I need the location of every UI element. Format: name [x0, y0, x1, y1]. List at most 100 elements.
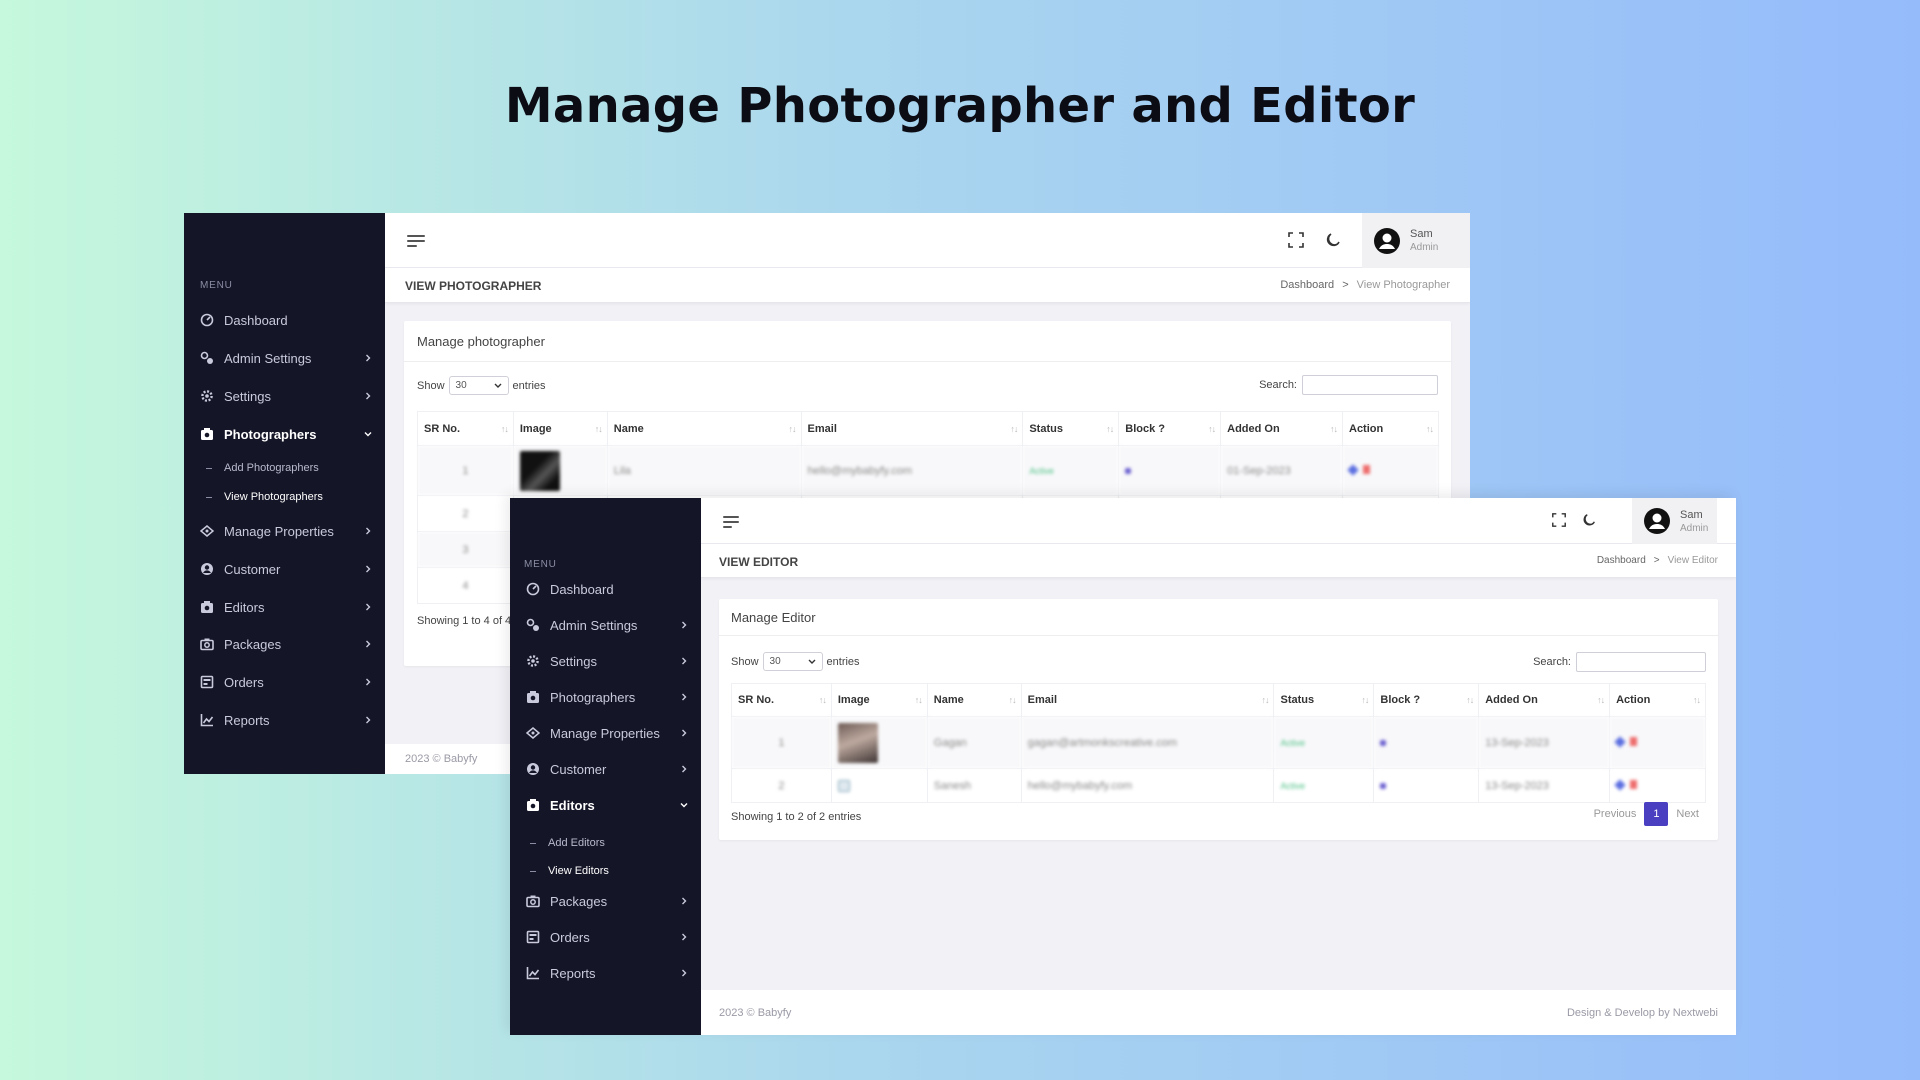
- sort-icon[interactable]: ↑↓: [1330, 424, 1338, 434]
- column-header[interactable]: Email ↑↓: [800, 411, 1024, 446]
- pagination-previous[interactable]: Previous: [1594, 808, 1637, 820]
- edit-pencil-icon[interactable]: [1614, 735, 1626, 748]
- sort-icon[interactable]: ↑↓: [1009, 695, 1017, 705]
- entries-label: entries: [512, 379, 546, 392]
- sort-icon[interactable]: ↑↓: [1261, 695, 1269, 705]
- edit-pencil-icon[interactable]: [1347, 463, 1359, 476]
- dark-mode-moon-icon[interactable]: [1581, 512, 1597, 528]
- column-header[interactable]: Block ? ↑↓: [1118, 411, 1222, 446]
- sidebar-item-customer[interactable]: Customer: [526, 756, 689, 782]
- chevron-right-icon: [363, 391, 373, 401]
- column-header[interactable]: Action ↑↓: [1342, 411, 1439, 446]
- sidebar-item-label: Orders: [224, 674, 264, 690]
- manage-editor-card: Manage Editor Show 30 entries Search: SR…: [719, 599, 1718, 840]
- sidebar-item-packages[interactable]: Packages: [200, 631, 373, 657]
- column-header[interactable]: Block ? ↑↓: [1373, 683, 1480, 717]
- gear-icon: [200, 389, 214, 403]
- sidebar-item-manage-properties[interactable]: Manage Properties: [526, 720, 689, 746]
- table-row: 2 Sanesh hello@mybabyfy.com Active 13-Sep-20…: [731, 768, 1706, 803]
- sort-icon[interactable]: ↑↓: [1597, 695, 1605, 705]
- subnav-add-editors[interactable]: Add Editors: [530, 837, 605, 849]
- dark-mode-moon-icon[interactable]: [1324, 231, 1342, 249]
- sidebar-item-manage-properties[interactable]: Manage Properties: [200, 518, 373, 544]
- column-header[interactable]: SR No. ↑↓: [417, 411, 514, 446]
- column-header[interactable]: Action ↑↓: [1609, 683, 1706, 717]
- user-photo: [837, 722, 878, 763]
- subnav-view-editors[interactable]: View Editors: [530, 865, 609, 877]
- column-header[interactable]: Image ↑↓: [512, 411, 608, 446]
- chevron-right-icon: [679, 656, 689, 666]
- fullscreen-icon[interactable]: [1287, 231, 1305, 249]
- edit-pencil-icon[interactable]: [1614, 778, 1626, 791]
- sidebar-item-orders[interactable]: Orders: [526, 924, 689, 950]
- block-toggle[interactable]: [1380, 739, 1387, 746]
- sort-icon[interactable]: ↑↓: [915, 695, 923, 705]
- chevron-right-icon: [679, 968, 689, 978]
- cell-sr: 2: [731, 768, 832, 803]
- pagination-page[interactable]: 1: [1644, 802, 1669, 826]
- sort-icon[interactable]: ↑↓: [789, 424, 797, 434]
- user-role: Admin: [1410, 242, 1439, 253]
- sidebar-item-orders[interactable]: Orders: [200, 669, 373, 695]
- subnav-view-photographers[interactable]: View Photographers: [206, 491, 323, 503]
- sort-icon[interactable]: ↑↓: [1106, 424, 1114, 434]
- cell-sr: 2: [417, 495, 514, 532]
- column-header-label: SR No.: [738, 694, 775, 706]
- cell-status: Active: [1022, 445, 1120, 496]
- user-menu[interactable]: Sam Admin: [1632, 498, 1717, 544]
- subnav-add-photographers[interactable]: Add Photographers: [206, 462, 319, 474]
- sort-icon[interactable]: ↑↓: [501, 424, 509, 434]
- search-input[interactable]: [1576, 652, 1706, 672]
- delete-trash-icon[interactable]: [1630, 779, 1638, 789]
- column-header[interactable]: Email ↑↓: [1020, 683, 1275, 717]
- entries-select[interactable]: 30: [762, 652, 823, 671]
- sidebar-item-reports[interactable]: Reports: [200, 707, 373, 733]
- sidebar-item-dashboard[interactable]: Dashboard: [200, 307, 373, 333]
- sidebar-item-admin-settings[interactable]: Admin Settings: [200, 345, 373, 371]
- sidebar-item-admin-settings[interactable]: Admin Settings: [526, 612, 689, 638]
- sort-icon[interactable]: ↑↓: [1426, 424, 1434, 434]
- sidebar-item-reports[interactable]: Reports: [526, 960, 689, 986]
- sort-icon[interactable]: ↑↓: [1208, 424, 1216, 434]
- fullscreen-icon[interactable]: [1551, 512, 1567, 528]
- column-header[interactable]: SR No. ↑↓: [731, 683, 832, 717]
- column-header[interactable]: Added On ↑↓: [1478, 683, 1611, 717]
- user-menu[interactable]: Sam Admin: [1362, 213, 1470, 268]
- sidebar-item-settings[interactable]: Settings: [526, 648, 689, 674]
- sidebar-item-label: Admin Settings: [550, 617, 638, 633]
- sort-icon[interactable]: ↑↓: [595, 424, 603, 434]
- sidebar-item-settings[interactable]: Settings: [200, 383, 373, 409]
- breadcrumb-home[interactable]: Dashboard: [1597, 555, 1646, 566]
- sidebar-item-photographers[interactable]: Photographers: [200, 421, 373, 447]
- column-header[interactable]: Status ↑↓: [1022, 411, 1120, 446]
- sort-icon[interactable]: ↑↓: [1466, 695, 1474, 705]
- hamburger-menu-icon[interactable]: [407, 235, 425, 247]
- column-header[interactable]: Status ↑↓: [1273, 683, 1375, 717]
- column-header[interactable]: Image ↑↓: [830, 683, 928, 717]
- sidebar-item-customer[interactable]: Customer: [200, 556, 373, 582]
- delete-trash-icon[interactable]: [1363, 464, 1370, 474]
- sort-icon[interactable]: ↑↓: [1693, 695, 1701, 705]
- sidebar-item-packages[interactable]: Packages: [526, 888, 689, 914]
- column-header[interactable]: Name ↑↓: [926, 683, 1022, 717]
- sidebar-item-editors[interactable]: Editors: [200, 594, 373, 620]
- sidebar-item-dashboard[interactable]: Dashboard: [526, 576, 689, 602]
- hamburger-menu-icon[interactable]: [723, 516, 741, 528]
- sort-icon[interactable]: ↑↓: [1010, 424, 1018, 434]
- sort-icon[interactable]: ↑↓: [819, 695, 827, 705]
- search-input[interactable]: [1302, 375, 1438, 395]
- column-header-label: Name: [933, 694, 964, 706]
- block-toggle[interactable]: [1380, 782, 1387, 789]
- delete-trash-icon[interactable]: [1630, 736, 1638, 746]
- cell-image: [512, 445, 608, 496]
- pagination-next[interactable]: Next: [1676, 808, 1699, 820]
- sidebar-item-label: Photographers: [224, 426, 317, 442]
- block-toggle[interactable]: [1125, 467, 1132, 474]
- column-header[interactable]: Name ↑↓: [606, 411, 802, 446]
- sort-icon[interactable]: ↑↓: [1361, 695, 1369, 705]
- breadcrumb-home[interactable]: Dashboard: [1280, 279, 1334, 291]
- sidebar-item-photographers[interactable]: Photographers: [526, 684, 689, 710]
- entries-select[interactable]: 30: [448, 376, 509, 395]
- column-header[interactable]: Added On ↑↓: [1220, 411, 1343, 446]
- sidebar-item-editors[interactable]: Editors: [526, 792, 689, 818]
